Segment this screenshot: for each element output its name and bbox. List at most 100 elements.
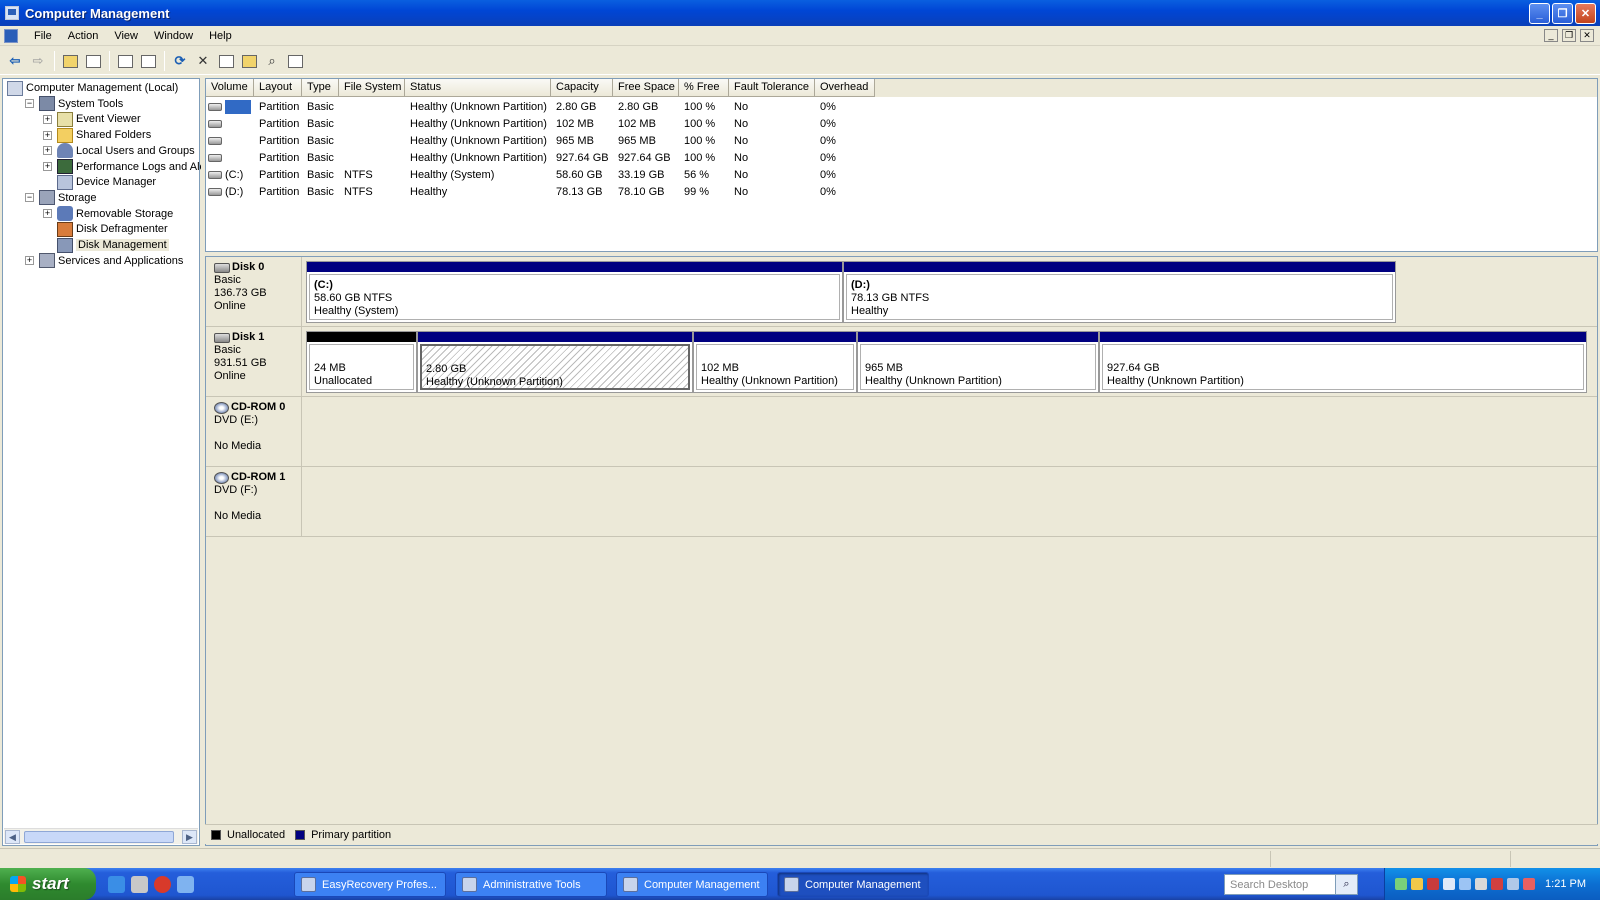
table-row[interactable]: Partition Basic Healthy (Unknown Partition… bbox=[206, 132, 875, 149]
mdi-minimize-button[interactable]: _ bbox=[1544, 29, 1558, 42]
task-administrative-tools[interactable]: Administrative Tools bbox=[455, 872, 607, 897]
tree-horizontal-scrollbar[interactable]: ◀ ▶ bbox=[4, 828, 198, 844]
column-fault-tolerance[interactable]: Fault Tolerance bbox=[729, 79, 815, 97]
menu-file[interactable]: File bbox=[26, 30, 60, 42]
cdrom-0-label[interactable]: CD-ROM 0 DVD (E:) No Media bbox=[206, 397, 302, 466]
expand-icon[interactable]: + bbox=[43, 114, 52, 124]
tray-app-icon[interactable] bbox=[1475, 878, 1487, 890]
task-computer-management-2[interactable]: Computer Management bbox=[777, 872, 929, 897]
column-type[interactable]: Type bbox=[302, 79, 339, 97]
tray-search-icon[interactable] bbox=[1443, 878, 1455, 890]
search-input[interactable]: Search Desktop bbox=[1225, 879, 1335, 891]
partition-unknown-1[interactable]: 2.80 GB Healthy (Unknown Partition) bbox=[417, 331, 693, 393]
column-capacity[interactable]: Capacity bbox=[551, 79, 613, 97]
show-hide-action-pane-icon[interactable] bbox=[137, 50, 159, 72]
volume-list[interactable]: Volume Layout Type File System Status Ca… bbox=[205, 78, 1598, 252]
tree-item-local-users-and-groups[interactable]: + Local Users and Groups bbox=[43, 143, 195, 159]
start-button[interactable]: start bbox=[0, 868, 96, 900]
tree-item-removable-storage[interactable]: + Removable Storage bbox=[43, 206, 173, 222]
tray-network-icon[interactable] bbox=[1459, 878, 1471, 890]
refresh-icon[interactable]: ⟳ bbox=[169, 50, 191, 72]
open-folder-icon[interactable] bbox=[238, 50, 260, 72]
back-arrow-icon[interactable]: ⇦ bbox=[4, 50, 26, 72]
expand-icon[interactable]: + bbox=[43, 209, 52, 219]
expand-icon[interactable]: + bbox=[43, 146, 52, 156]
delete-icon[interactable]: ✕ bbox=[192, 50, 214, 72]
settings-icon[interactable] bbox=[284, 50, 306, 72]
search-icon[interactable]: ⌕ bbox=[261, 50, 283, 72]
disk-0-label[interactable]: Disk 0 Basic 136.73 GB Online bbox=[206, 257, 302, 326]
collapse-icon[interactable]: − bbox=[25, 193, 34, 203]
column-overhead[interactable]: Overhead bbox=[815, 79, 875, 97]
tree-item-system-tools[interactable]: − System Tools bbox=[25, 96, 123, 112]
forward-arrow-icon[interactable]: ⇨ bbox=[27, 50, 49, 72]
table-row[interactable]: (C:) Partition Basic NTFS Healthy (System) 58… bbox=[206, 166, 875, 183]
mdi-system-menu-icon[interactable] bbox=[4, 28, 18, 43]
scroll-thumb[interactable] bbox=[24, 831, 174, 843]
console-tree[interactable]: ◀ ▶ Computer Management (Local) − System T… bbox=[2, 78, 218, 846]
help-icon[interactable] bbox=[114, 50, 136, 72]
tree-item-storage[interactable]: − Storage bbox=[25, 190, 97, 206]
column-layout[interactable]: Layout bbox=[254, 79, 302, 97]
cdrom-1-label[interactable]: CD-ROM 1 DVD (F:) No Media bbox=[206, 467, 302, 536]
column-percent-free[interactable]: % Free bbox=[679, 79, 729, 97]
tree-item-device-manager[interactable]: Device Manager bbox=[43, 174, 156, 190]
tree-item-performance-logs-and-alerts[interactable]: + Performance Logs and Alerts bbox=[43, 159, 218, 175]
tray-app-icon[interactable] bbox=[1411, 878, 1423, 890]
scroll-right-arrow-icon[interactable]: ▶ bbox=[182, 830, 197, 844]
internet-explorer-icon[interactable] bbox=[108, 875, 125, 893]
menu-window[interactable]: Window bbox=[146, 30, 201, 42]
tree-item-disk-management[interactable]: Disk Management bbox=[43, 237, 169, 253]
tree-item-disk-defragmenter[interactable]: Disk Defragmenter bbox=[43, 221, 168, 237]
quick-launch-app-icon[interactable] bbox=[177, 875, 194, 893]
tree-item-services-and-applications[interactable]: + Services and Applications bbox=[25, 253, 183, 269]
cdrom-0-empty-area[interactable] bbox=[303, 397, 1597, 466]
expand-icon[interactable]: + bbox=[25, 256, 34, 266]
tray-app-icon[interactable] bbox=[1427, 878, 1439, 890]
mdi-restore-button[interactable]: ❐ bbox=[1562, 29, 1576, 42]
table-row[interactable]: (D:) Partition Basic NTFS Healthy 78.13 GB 78.… bbox=[206, 183, 875, 200]
tree-item-computer-management-local[interactable]: Computer Management (Local) bbox=[7, 80, 178, 96]
table-row[interactable]: Partition Basic Healthy (Unknown Partition… bbox=[206, 115, 875, 132]
column-status[interactable]: Status bbox=[405, 79, 551, 97]
close-button[interactable]: ✕ bbox=[1575, 3, 1596, 24]
search-icon[interactable]: ⌕ bbox=[1335, 875, 1357, 894]
expand-icon[interactable]: + bbox=[43, 130, 52, 140]
partition-d[interactable]: (D:) 78.13 GB NTFS Healthy bbox=[843, 261, 1396, 323]
tree-item-shared-folders[interactable]: + Shared Folders bbox=[43, 127, 151, 143]
column-free-space[interactable]: Free Space bbox=[613, 79, 679, 97]
tray-volume-icon[interactable] bbox=[1507, 878, 1519, 890]
title-bar[interactable]: Computer Management _ ❐ ✕ bbox=[0, 0, 1600, 26]
tree-item-event-viewer[interactable]: + Event Viewer bbox=[43, 111, 141, 127]
up-one-level-icon[interactable] bbox=[59, 50, 81, 72]
collapse-icon[interactable]: − bbox=[25, 99, 34, 109]
menu-action[interactable]: Action bbox=[60, 30, 107, 42]
tray-app-icon[interactable] bbox=[1523, 878, 1535, 890]
scroll-left-arrow-icon[interactable]: ◀ bbox=[5, 830, 20, 844]
table-row[interactable]: Partition Basic Healthy (Unknown Partition… bbox=[206, 98, 875, 115]
tray-app-icon[interactable] bbox=[1395, 878, 1407, 890]
menu-view[interactable]: View bbox=[106, 30, 146, 42]
table-row[interactable]: Partition Basic Healthy (Unknown Partition… bbox=[206, 149, 875, 166]
minimize-button[interactable]: _ bbox=[1529, 3, 1550, 24]
partition-c[interactable]: (C:) 58.60 GB NTFS Healthy (System) bbox=[306, 261, 843, 323]
show-hide-tree-icon[interactable] bbox=[82, 50, 104, 72]
task-computer-management-1[interactable]: Computer Management bbox=[616, 872, 768, 897]
partition-unknown-2[interactable]: 102 MB Healthy (Unknown Partition) bbox=[693, 331, 857, 393]
expand-icon[interactable]: + bbox=[43, 162, 52, 171]
column-volume[interactable]: Volume bbox=[206, 79, 254, 97]
mdi-close-button[interactable]: ✕ bbox=[1580, 29, 1594, 42]
properties-icon[interactable] bbox=[215, 50, 237, 72]
desktop-search-box[interactable]: Search Desktop ⌕ bbox=[1224, 874, 1358, 895]
disk-1-label[interactable]: Disk 1 Basic 931.51 GB Online bbox=[206, 327, 302, 396]
partition-unallocated[interactable]: 24 MB Unallocated bbox=[306, 331, 417, 393]
task-easyrecovery[interactable]: EasyRecovery Profes... bbox=[294, 872, 446, 897]
show-desktop-icon[interactable] bbox=[131, 875, 148, 893]
selected-volume-highlight[interactable] bbox=[225, 99, 251, 114]
menu-help[interactable]: Help bbox=[201, 30, 240, 42]
tray-security-icon[interactable] bbox=[1491, 878, 1503, 890]
partition-unknown-3[interactable]: 965 MB Healthy (Unknown Partition) bbox=[857, 331, 1099, 393]
maximize-button[interactable]: ❐ bbox=[1552, 3, 1573, 24]
cdrom-1-empty-area[interactable] bbox=[303, 467, 1597, 536]
column-file-system[interactable]: File System bbox=[339, 79, 405, 97]
